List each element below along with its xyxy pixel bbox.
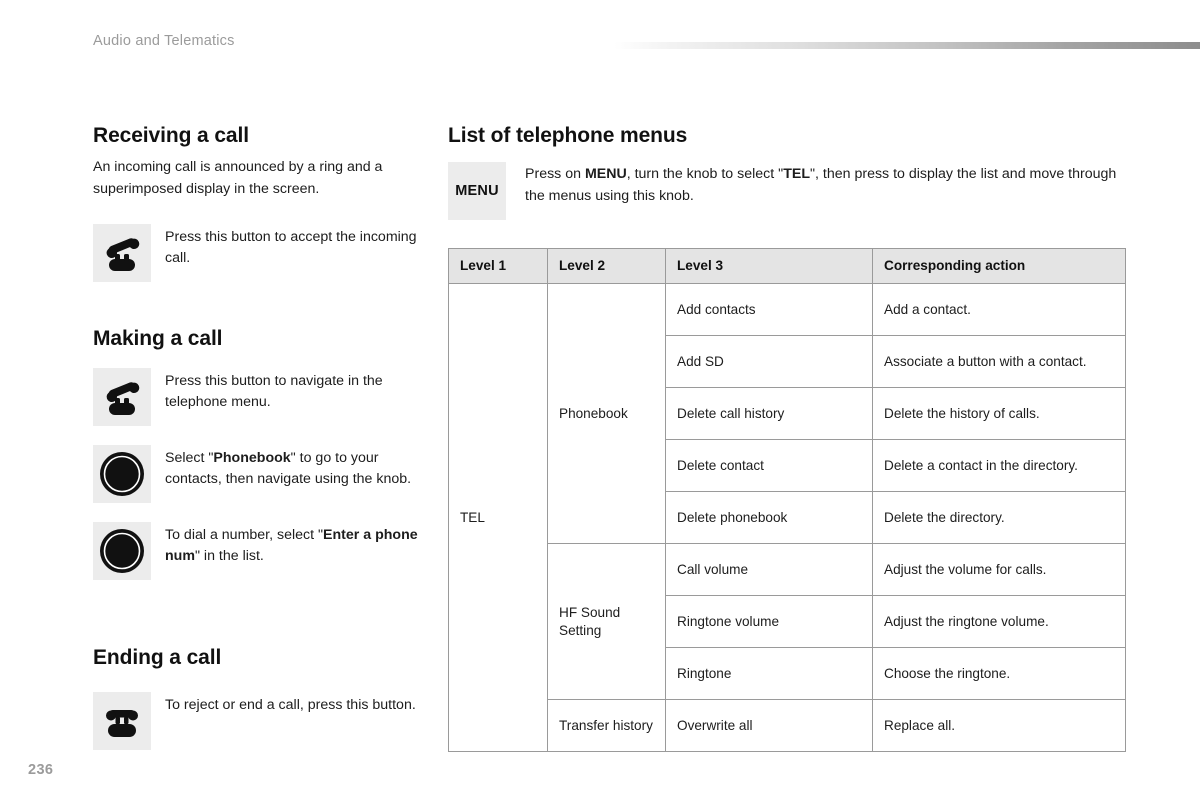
telephone-menus-table: Level 1 Level 2 Level 3 Corresponding ac… — [448, 247, 1126, 753]
level2-transfer-history-cell: Transfer history — [547, 699, 666, 753]
table-header-row: Level 1 Level 2 Level 3 Corresponding ac… — [448, 247, 1126, 285]
menu-note-part1: Press on — [525, 166, 585, 182]
level3-cell: Add SD — [665, 335, 873, 389]
level3-cell: Add contacts — [665, 283, 873, 337]
receiving-call-instruction-row: Press this button to accept the incoming… — [93, 224, 423, 283]
level2-hf-sound-setting-cell: HF Sound Setting — [547, 543, 666, 701]
menu-note-bold2: TEL — [783, 166, 810, 182]
page-number: 236 — [28, 762, 54, 778]
level1-tel-cell: TEL — [448, 283, 548, 753]
phonebook-text-before: Select " — [165, 450, 214, 467]
phone-hangup-icon[interactable] — [93, 692, 151, 751]
action-cell: Associate a button with a contact. — [872, 335, 1126, 389]
level3-cell: Delete call history — [665, 387, 873, 441]
running-header: Audio and Telematics — [93, 33, 235, 49]
dial-text-before: To dial a number, select " — [165, 527, 324, 544]
menu-button-badge[interactable]: MENU — [448, 162, 506, 220]
table-row: TEL Phonebook Add contacts Add a contact… — [448, 283, 1126, 753]
making-call-navigate-row: Press this button to navigate in the tel… — [93, 368, 423, 427]
receiving-a-call-body: An incoming call is announced by a ring … — [93, 159, 383, 197]
level2-phonebook-cell: Phonebook — [547, 283, 666, 545]
action-cell: Adjust the volume for calls. — [872, 543, 1126, 597]
table-row: HF Sound Setting Call volume Adjust the … — [449, 543, 1126, 701]
rotary-knob-icon[interactable] — [93, 522, 151, 581]
column-header-level-3: Level 3 — [665, 247, 873, 285]
column-header-level-2: Level 2 — [547, 247, 666, 285]
phone-pickup-icon[interactable] — [93, 224, 151, 283]
action-cell: Delete a contact in the directory. — [872, 439, 1126, 493]
level3-cell: Delete contact — [665, 439, 873, 493]
left-column: Receiving a call An incoming call is ann… — [93, 124, 423, 751]
menu-instruction-block: MENU Press on MENU, turn the knob to sel… — [448, 162, 1125, 220]
making-call-navigate-text: Press this button to navigate in the tel… — [165, 373, 383, 411]
action-cell: Choose the ringtone. — [872, 647, 1126, 701]
action-cell: Delete the directory. — [872, 491, 1126, 545]
phonebook-text-bold: Phonebook — [213, 450, 291, 467]
level3-cell: Delete phonebook — [665, 491, 873, 545]
level3-cell: Ringtone — [665, 647, 873, 701]
menu-note-part2: , turn the knob to select " — [626, 166, 784, 182]
phone-hangup-glyph — [93, 692, 151, 750]
making-call-dial-text: To dial a number, select "Enter a phone … — [165, 522, 423, 568]
phone-pickup-glyph — [93, 368, 151, 426]
action-cell: Adjust the ringtone volume. — [872, 595, 1126, 649]
level3-cell: Overwrite all — [665, 699, 873, 753]
heading-receiving-a-call: Receiving a call — [93, 124, 249, 147]
heading-ending-a-call: Ending a call — [93, 646, 222, 670]
menu-note-bold1: MENU — [584, 166, 627, 182]
action-cell: Add a contact. — [872, 283, 1126, 337]
receiving-call-instruction-text: Press this button to accept the incoming… — [165, 229, 417, 267]
right-column: List of telephone menus MENU Press on ME… — [448, 124, 1126, 753]
making-call-phonebook-text: Select "Phonebook" to go to your contact… — [165, 445, 423, 491]
rotary-knob-icon[interactable] — [93, 445, 151, 504]
rotary-knob-glyph — [93, 445, 151, 503]
ending-call-instruction-text: To reject or end a call, press this butt… — [165, 697, 416, 714]
level3-cell: Call volume — [665, 543, 873, 597]
header-gradient-rule — [614, 42, 1200, 49]
action-cell: Delete the history of calls. — [872, 387, 1126, 441]
heading-list-of-telephone-menus: List of telephone menus — [448, 124, 688, 147]
action-cell: Replace all. — [872, 699, 1126, 753]
dial-text-after: " in the list. — [194, 548, 264, 565]
heading-making-a-call: Making a call — [93, 327, 223, 351]
making-call-dial-row: To dial a number, select "Enter a phone … — [93, 522, 423, 581]
column-header-level-1: Level 1 — [448, 247, 548, 285]
level3-cell: Ringtone volume — [665, 595, 873, 649]
rotary-knob-glyph — [93, 522, 151, 580]
column-header-corresponding-action: Corresponding action — [872, 247, 1126, 285]
table-row: Transfer history Overwrite all Replace a… — [449, 699, 1126, 753]
menu-instruction-text: Press on MENU, turn the knob to select "… — [525, 162, 1125, 207]
making-call-phonebook-row: Select "Phonebook" to go to your contact… — [93, 445, 423, 504]
phone-pickup-icon[interactable] — [93, 368, 151, 427]
phone-pickup-glyph — [93, 224, 151, 282]
ending-call-instruction-row: To reject or end a call, press this butt… — [93, 692, 423, 751]
